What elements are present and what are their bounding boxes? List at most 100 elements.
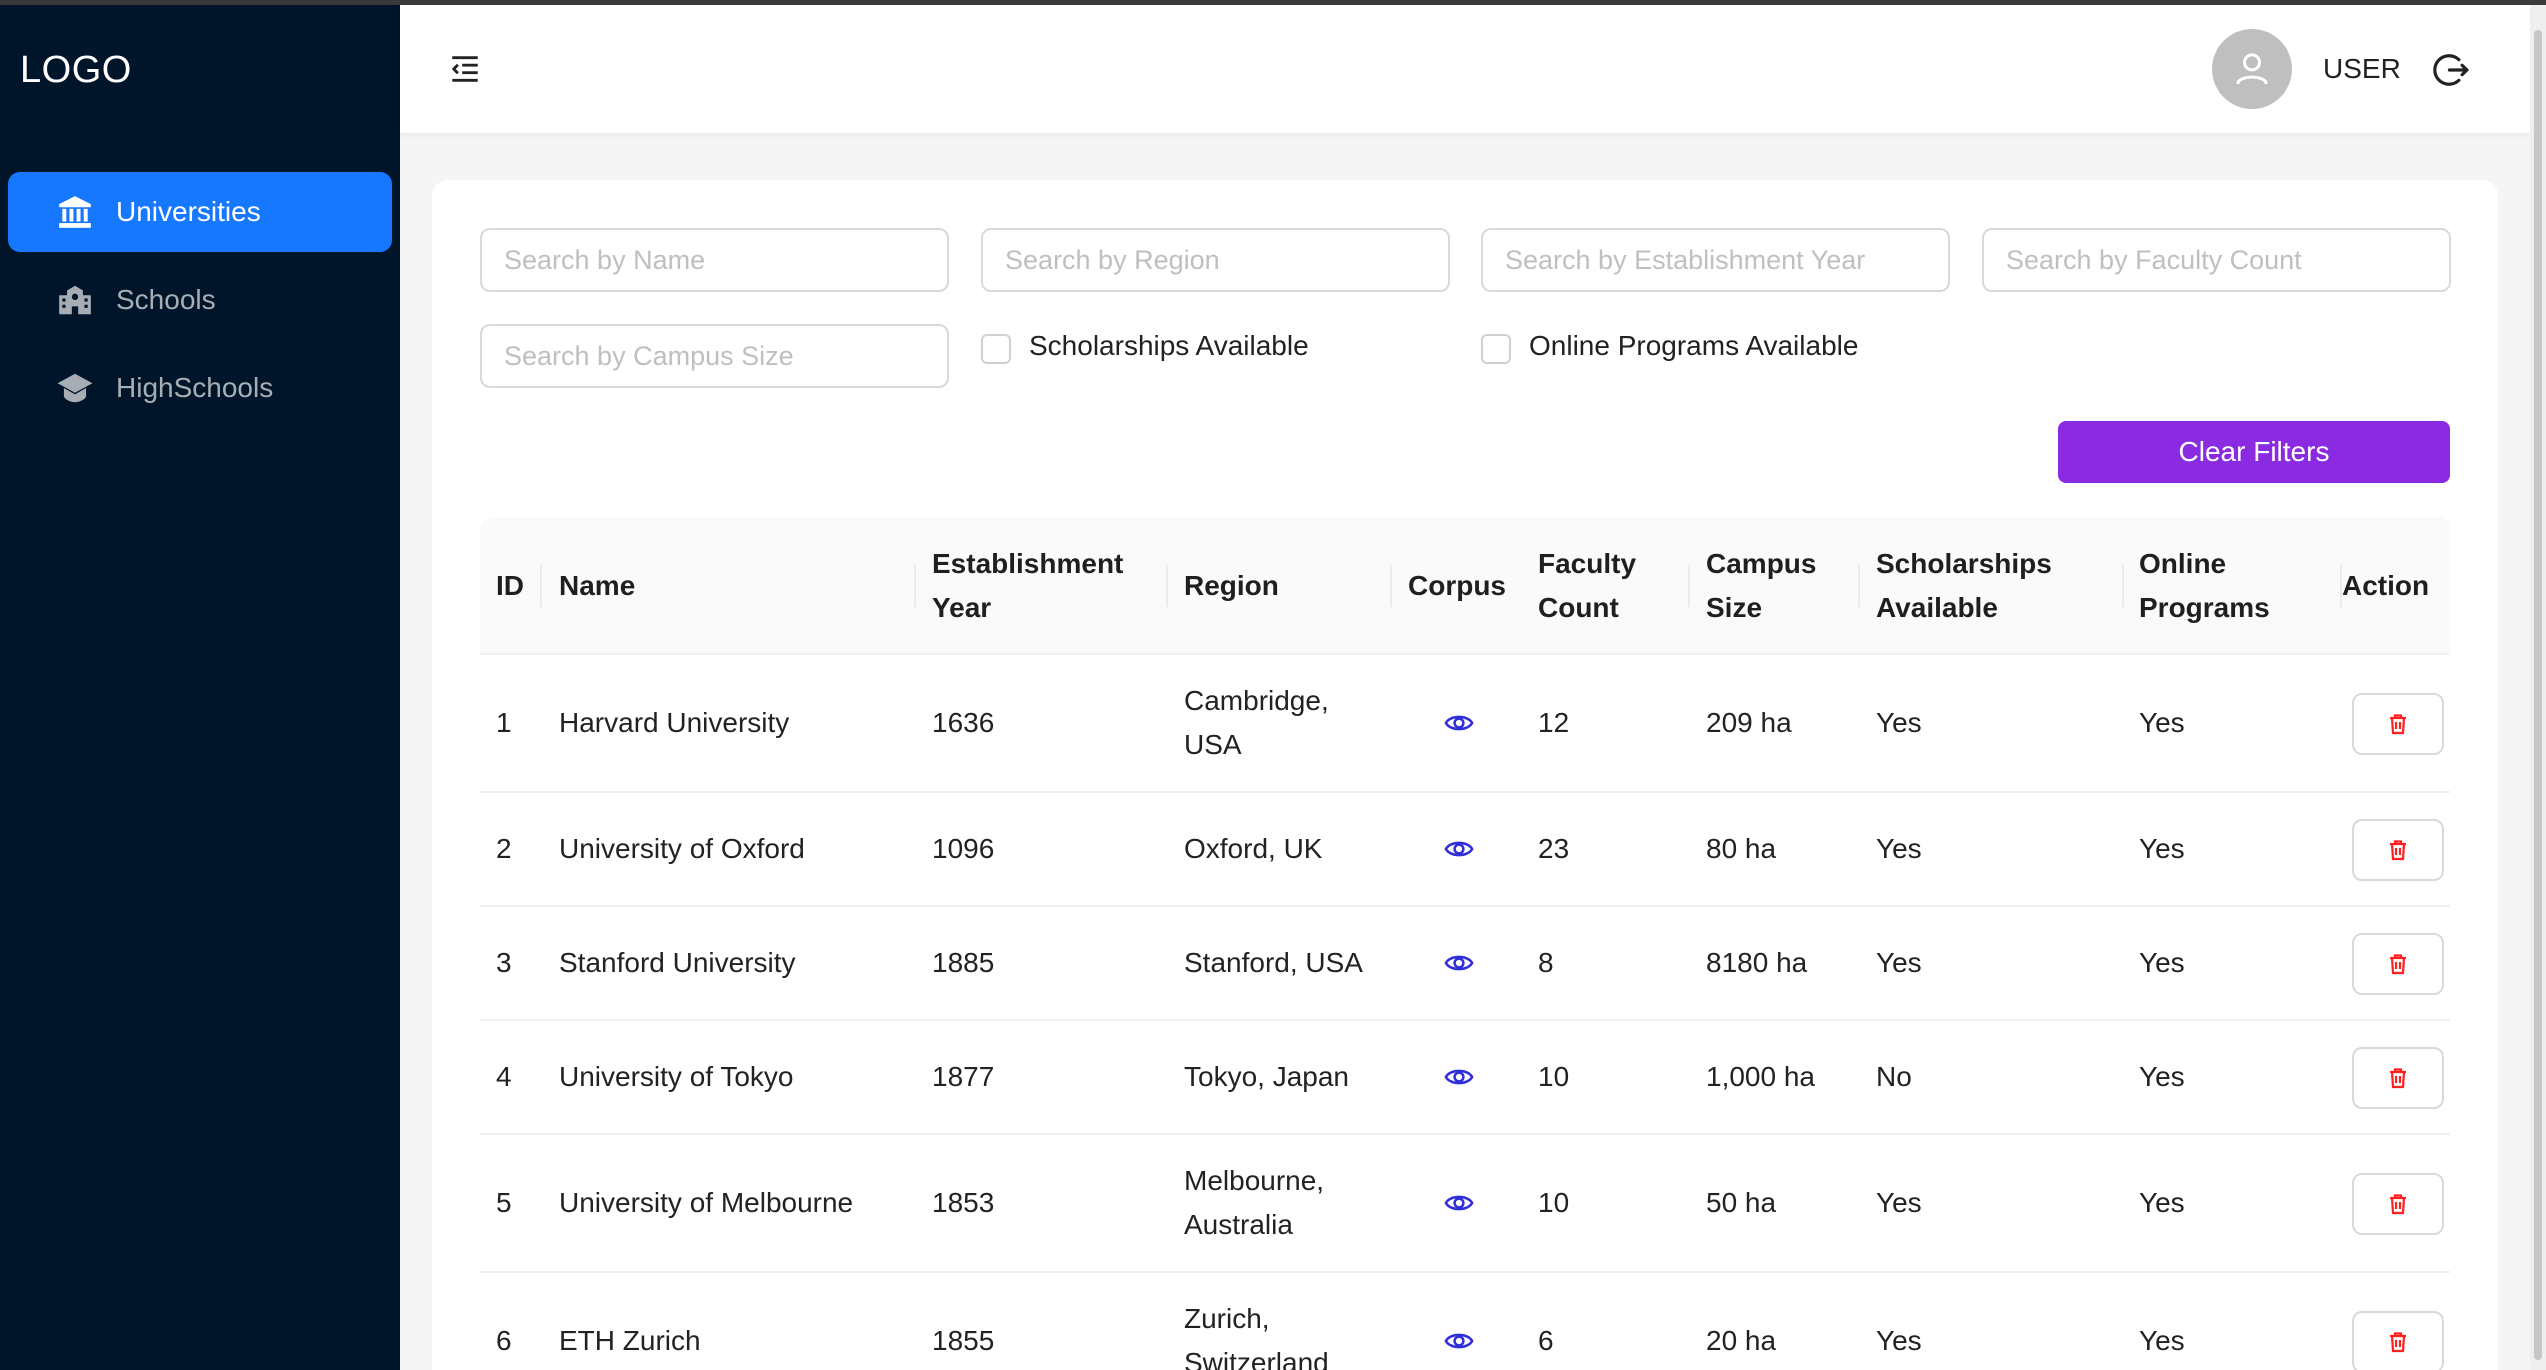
header-line: Establishment	[932, 548, 1124, 579]
sidebar: LOGO Universities Schools HighSchools	[0, 5, 400, 1370]
cell-name: ETH Zurich	[559, 1325, 701, 1356]
header-line: Size	[1706, 592, 1763, 623]
cell-establishment-year: 1853	[932, 1187, 995, 1218]
cell-online-programs: Yes	[2139, 1325, 2185, 1356]
column-header-name: Name	[559, 570, 636, 601]
trash-icon	[2390, 840, 2406, 861]
eye-icon[interactable]	[1444, 1326, 1474, 1356]
trash-icon	[2390, 714, 2406, 735]
scholarships-filter[interactable]: Scholarships Available	[981, 328, 1309, 364]
sidebar-item-label: HighSchools	[116, 372, 274, 403]
search-establishment-year-input[interactable]	[1481, 228, 1950, 292]
scholarships-checkbox[interactable]	[981, 334, 1011, 364]
user-name: USER	[2323, 53, 2401, 84]
cell-id: 2	[496, 833, 512, 864]
cell-faculty-count: 23	[1538, 833, 1570, 864]
clear-filters-button[interactable]: Clear Filters	[2058, 421, 2450, 483]
user-icon	[2236, 53, 2268, 85]
header-line: Online	[2139, 548, 2227, 579]
app-root: LOGO Universities Schools HighSchools US…	[0, 0, 2546, 1370]
cell-corpus	[1444, 1135, 1474, 1271]
delete-button[interactable]	[2352, 1173, 2444, 1235]
delete-button[interactable]	[2352, 1047, 2444, 1109]
column-divider	[914, 565, 916, 607]
delete-button[interactable]	[2352, 933, 2444, 995]
column-divider	[1390, 565, 1392, 607]
column-header-id: ID	[496, 570, 524, 601]
table-row: 4 University of Tokyo 1877 10 1,000 ha No Yes T…	[480, 1021, 2450, 1135]
online-programs-checkbox[interactable]	[1481, 334, 1511, 364]
online-programs-checkbox-label: Online Programs Available	[1529, 330, 1859, 361]
eye-icon[interactable]	[1444, 708, 1474, 738]
cell-faculty-count: 10	[1538, 1187, 1570, 1218]
cell-scholarships: Yes	[1876, 707, 1922, 738]
column-divider	[1858, 565, 1860, 607]
eye-icon[interactable]	[1444, 1188, 1474, 1218]
cell-faculty-count: 10	[1538, 1061, 1570, 1092]
cell-region: Oxford, UK	[1184, 793, 1322, 905]
delete-button[interactable]	[2352, 1311, 2444, 1370]
cell-region: Zurich, Switzerland	[1184, 1273, 1329, 1370]
online-programs-filter[interactable]: Online Programs Available	[1481, 328, 1858, 364]
cell-campus-size: 50 ha	[1706, 1187, 1777, 1218]
cell-online-programs: Yes	[2139, 1061, 2185, 1092]
eye-icon[interactable]	[1444, 948, 1474, 978]
logout-icon[interactable]	[2432, 51, 2470, 89]
cell-online-programs: Yes	[2139, 707, 2185, 738]
universities-table: ID Name Establishment Year Region Corpus …	[480, 517, 2450, 1370]
region-line: Switzerland	[1184, 1347, 1329, 1370]
search-region-input[interactable]	[981, 228, 1450, 292]
header-line: Year	[932, 592, 992, 623]
region-line: Stanford, USA	[1184, 947, 1363, 978]
sidebar-item-universities[interactable]: Universities	[8, 172, 392, 252]
header-line: Programs	[2139, 592, 2270, 623]
column-divider	[2122, 565, 2124, 607]
column-header-region: Region	[1184, 570, 1279, 601]
cell-establishment-year: 1877	[932, 1061, 995, 1092]
search-campus-size-input[interactable]	[480, 324, 949, 388]
delete-button[interactable]	[2352, 819, 2444, 881]
search-faculty-count-input[interactable]	[1982, 228, 2451, 292]
column-header-scholarships: Scholarships Available	[1876, 517, 2052, 655]
eye-icon[interactable]	[1444, 834, 1474, 864]
column-header-establishment-year: Establishment Year	[932, 517, 1123, 655]
cell-scholarships: Yes	[1876, 1187, 1922, 1218]
cell-online-programs: Yes	[2139, 833, 2185, 864]
cell-name: Harvard University	[559, 707, 790, 738]
cell-region: Tokyo, Japan	[1184, 1021, 1349, 1133]
region-line: Tokyo, Japan	[1184, 1061, 1349, 1092]
cell-corpus	[1444, 1273, 1474, 1370]
region-line: Oxford, UK	[1184, 833, 1323, 864]
column-header-action: Action	[2342, 570, 2430, 601]
cell-corpus	[1444, 907, 1474, 1019]
sidebar-item-label: Universities	[116, 196, 261, 227]
column-divider	[1166, 565, 1168, 607]
sidebar-nav: Universities Schools HighSchools	[8, 172, 392, 436]
delete-button[interactable]	[2352, 693, 2444, 755]
search-name-input[interactable]	[480, 228, 949, 292]
scholarships-checkbox-label: Scholarships Available	[1029, 330, 1309, 361]
sidebar-item-highschools[interactable]: HighSchools	[8, 348, 392, 428]
trash-icon	[2390, 1068, 2406, 1089]
cell-faculty-count: 12	[1538, 707, 1570, 738]
cell-name: University of Oxford	[559, 833, 805, 864]
cell-scholarships: No	[1876, 1061, 1912, 1092]
menu-fold-icon[interactable]	[448, 52, 482, 86]
avatar[interactable]	[2212, 29, 2292, 109]
cell-corpus	[1444, 655, 1474, 791]
sidebar-item-schools[interactable]: Schools	[8, 260, 392, 340]
cell-establishment-year: 1636	[932, 707, 995, 738]
eye-icon[interactable]	[1444, 1062, 1474, 1092]
cell-establishment-year: 1096	[932, 833, 995, 864]
trash-icon	[2390, 1332, 2406, 1353]
cell-establishment-year: 1885	[932, 947, 995, 978]
header-line: Scholarships	[1876, 548, 2052, 579]
graduation-cap-icon	[56, 369, 94, 407]
cell-campus-size: 209 ha	[1706, 707, 1792, 738]
scrollbar-thumb[interactable]	[2534, 30, 2542, 1360]
column-divider	[540, 565, 542, 607]
cell-name: University of Tokyo	[559, 1061, 794, 1092]
cell-name: Stanford University	[559, 947, 796, 978]
top-header: USER	[400, 5, 2530, 133]
trash-icon	[2390, 954, 2406, 975]
